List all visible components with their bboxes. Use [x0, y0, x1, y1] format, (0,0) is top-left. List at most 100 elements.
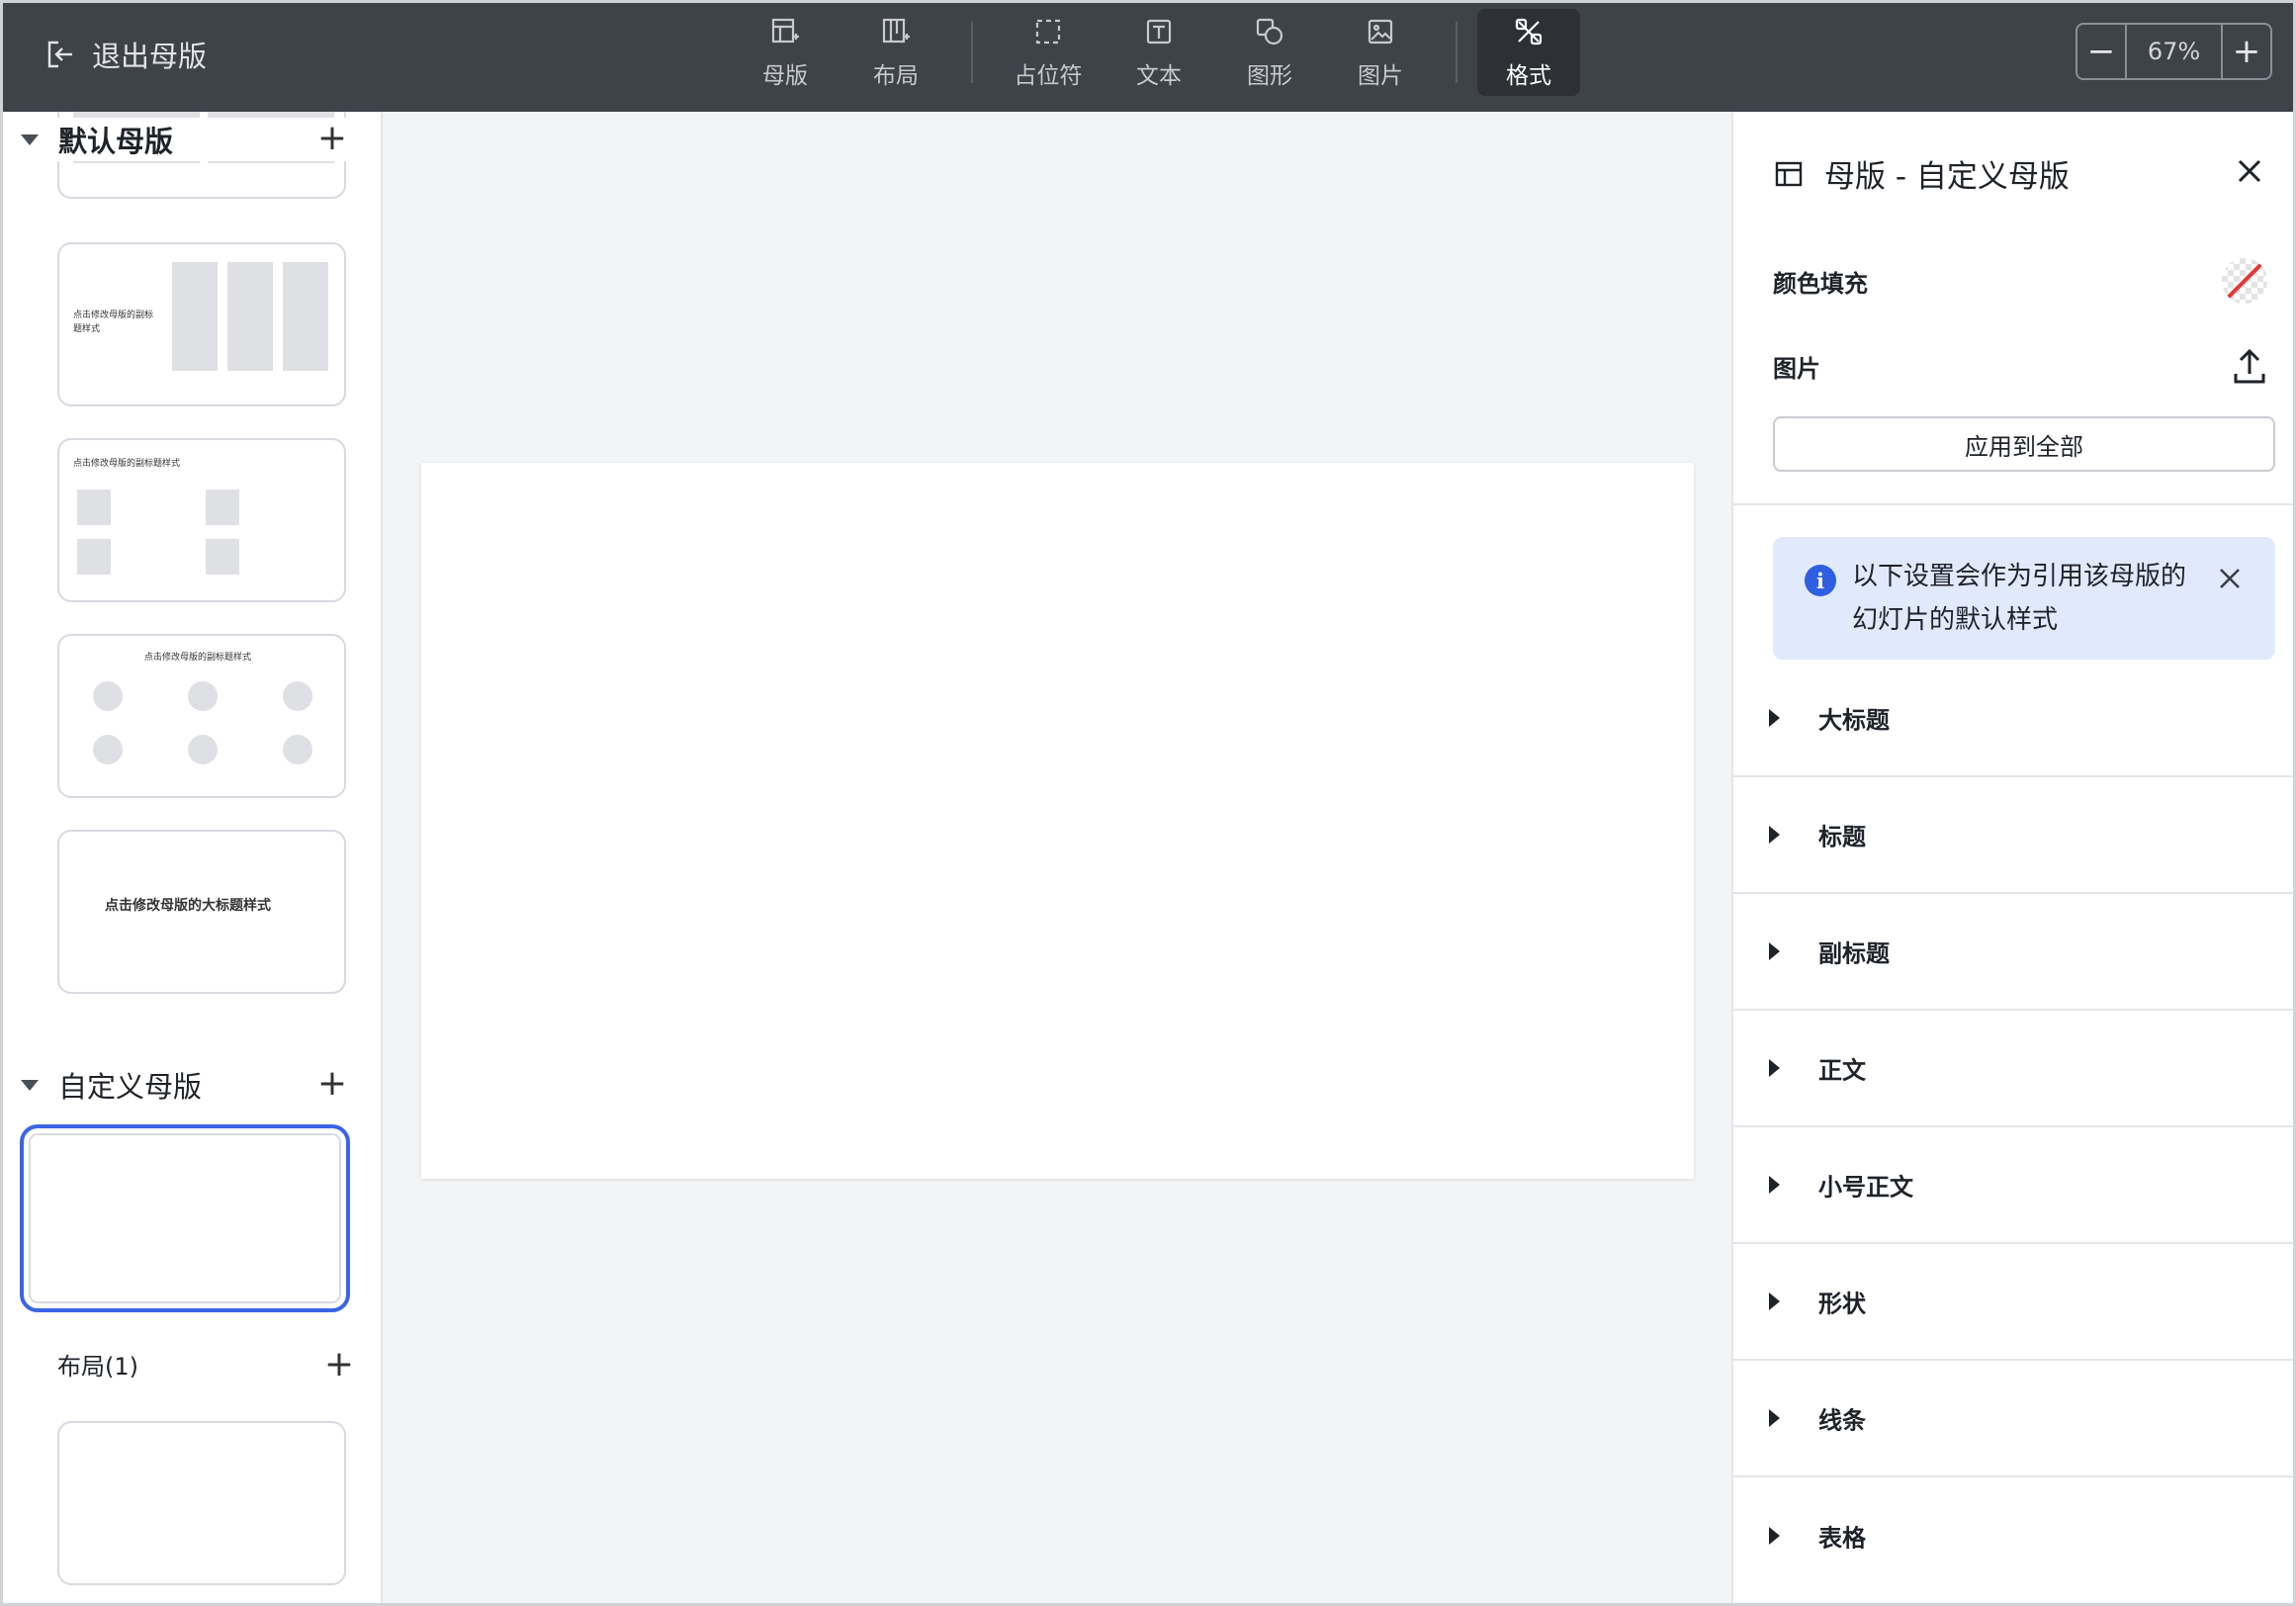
expand-triangle-icon [1769, 1176, 1780, 1194]
text-tool-label: 文本 [1136, 63, 1182, 89]
exit-icon [47, 41, 72, 68]
master-icon [771, 18, 799, 44]
image-label: 图片 [1773, 354, 1820, 383]
expand-triangle-icon [1769, 1293, 1780, 1310]
info-banner: i 以下设置会作为引用该母版的幻灯片的默认样式 [1773, 537, 2275, 660]
color-fill-row: 颜色填充 [1773, 256, 2267, 306]
shape-icon [1256, 18, 1283, 45]
section-label: 线条 [1818, 1406, 1866, 1435]
master-layout-icon [1775, 161, 1803, 186]
thumb-placeholder [227, 262, 273, 371]
thumb-circle-placeholder [188, 681, 218, 711]
color-fill-label: 颜色填充 [1773, 269, 1868, 298]
format-panel: 母版 - 自定义母版 颜色填充 图片 应用到全部 i 以下设置会作为引用该母版的… [1731, 112, 2293, 1603]
add-layout-button[interactable]: + [324, 1344, 354, 1384]
thumb-circle-placeholder [93, 681, 123, 711]
section-label: 副标题 [1818, 939, 1890, 968]
expand-triangle-icon [1769, 709, 1780, 727]
tool-group: 母版 布局 占位符 文本 图形 图片 格式 [730, 9, 1580, 96]
master-tool-label: 母版 [762, 63, 808, 89]
collapse-triangle-icon[interactable] [21, 1079, 39, 1091]
panel-divider [1733, 503, 2293, 505]
expand-triangle-icon [1769, 1059, 1780, 1077]
section-label: 正文 [1818, 1056, 1866, 1085]
thumb-circle-placeholder [93, 735, 123, 764]
master-thumbnail[interactable]: 点击修改母版的副标题样式 [57, 634, 346, 798]
selected-master-thumbnail[interactable] [20, 1124, 350, 1312]
thumb-subtitle-text: 点击修改母版的副标题样式 [144, 653, 252, 663]
zoom-level[interactable]: 67% [2125, 25, 2223, 78]
close-panel-icon[interactable] [2232, 153, 2267, 189]
add-default-master-button[interactable]: + [317, 118, 347, 158]
format-tool-button[interactable]: 格式 [1477, 9, 1580, 96]
zoom-in-button[interactable]: + [2223, 25, 2270, 78]
apply-to-all-button[interactable]: 应用到全部 [1773, 416, 2275, 472]
thumb-placeholder [77, 490, 111, 525]
custom-master-header[interactable]: 自定义母版 + [21, 1063, 347, 1107]
shape-tool-label: 图形 [1247, 63, 1292, 89]
color-fill-swatch[interactable] [2222, 258, 2267, 304]
shape-tool-button[interactable]: 图形 [1214, 9, 1325, 96]
section-heading-subtitle[interactable]: 副标题 [1733, 894, 2293, 1011]
layout-tool-label: 布局 [873, 63, 919, 89]
section-label: 形状 [1818, 1290, 1866, 1318]
top-toolbar: 退出母版 母版 布局 占位符 文本 图形 图片 格式 − 67% + [3, 3, 2293, 112]
slide-canvas[interactable] [421, 463, 1694, 1179]
master-thumbnail[interactable]: 点击修改母版的副标 题样式 [57, 242, 346, 406]
format-tool-label: 格式 [1506, 63, 1551, 89]
layout-tool-button[interactable]: 布局 [840, 9, 951, 96]
layout-thumbnail[interactable] [57, 1421, 346, 1585]
section-heading-small-body[interactable]: 小号正文 [1733, 1127, 2293, 1244]
expand-triangle-icon [1769, 826, 1780, 844]
exit-master-label: 退出母版 [92, 40, 208, 73]
master-tool-button[interactable]: 母版 [730, 9, 840, 96]
section-label: 小号正文 [1818, 1173, 1913, 1202]
thumb-placeholder [77, 539, 111, 575]
custom-master-title: 自定义母版 [58, 1070, 203, 1104]
layout-section-title: 布局(1) [57, 1352, 138, 1381]
section-heading-line[interactable]: 线条 [1733, 1361, 2293, 1477]
thumb-subtitle-text-a: 点击修改母版的副标 [73, 311, 154, 320]
placeholder-tool-label: 占位符 [1014, 63, 1083, 89]
text-tool-button[interactable]: 文本 [1104, 9, 1214, 96]
section-label: 大标题 [1818, 706, 1890, 735]
image-row: 图片 [1773, 341, 2267, 391]
section-label: 表格 [1818, 1524, 1866, 1553]
info-text: 以下设置会作为引用该母版的幻灯片的默认样式 [1852, 562, 2187, 635]
expand-triangle-icon [1769, 1409, 1780, 1427]
info-icon: i [1805, 565, 1836, 596]
text-icon [1146, 19, 1172, 45]
master-list-panel: 默认母版 + 点击修改母版的副标 题样式 点击修改母版的副标题样式 点击修改母版… [3, 112, 383, 1603]
default-master-header[interactable]: 默认母版 + [21, 118, 347, 161]
layout-icon [882, 18, 910, 44]
image-tool-button[interactable]: 图片 [1325, 9, 1436, 96]
section-heading-table[interactable]: 表格 [1733, 1477, 2293, 1594]
master-thumbnail[interactable]: 点击修改母版的副标题样式 [57, 438, 346, 602]
image-tool-label: 图片 [1358, 63, 1403, 89]
thumb-subtitle-text: 点击修改母版的副标题样式 [73, 459, 181, 469]
thumb-circle-placeholder [188, 735, 218, 764]
thumb-placeholder [283, 262, 328, 371]
collapse-triangle-icon[interactable] [21, 134, 39, 145]
exit-master-button[interactable]: 退出母版 [44, 31, 207, 78]
app-window: 退出母版 母版 布局 占位符 文本 图形 图片 格式 − 67% + 默认母版 … [0, 0, 2296, 1606]
layout-section-header: 布局(1) + [57, 1344, 354, 1384]
upload-icon[interactable] [2232, 346, 2267, 386]
format-icon [1515, 18, 1543, 45]
placeholder-icon [1035, 19, 1061, 45]
section-heading-title[interactable]: 标题 [1733, 777, 2293, 894]
section-heading-shape[interactable]: 形状 [1733, 1244, 2293, 1361]
placeholder-tool-button[interactable]: 占位符 [993, 9, 1104, 96]
master-thumbnail[interactable]: 点击修改母版的大标题样式 [57, 830, 346, 994]
zoom-out-button[interactable]: − [2077, 25, 2125, 78]
toolbar-divider [1456, 22, 1457, 83]
image-icon [1368, 19, 1393, 45]
thumb-subtitle-text-b: 题样式 [73, 324, 101, 334]
section-label: 标题 [1818, 823, 1866, 851]
section-heading-body[interactable]: 正文 [1733, 1011, 2293, 1127]
dismiss-info-icon[interactable] [2214, 563, 2246, 594]
thumb-placeholder [206, 490, 239, 525]
section-heading-large-title[interactable]: 大标题 [1733, 661, 2293, 777]
add-custom-master-button[interactable]: + [317, 1063, 347, 1104]
expand-triangle-icon [1769, 1527, 1780, 1545]
